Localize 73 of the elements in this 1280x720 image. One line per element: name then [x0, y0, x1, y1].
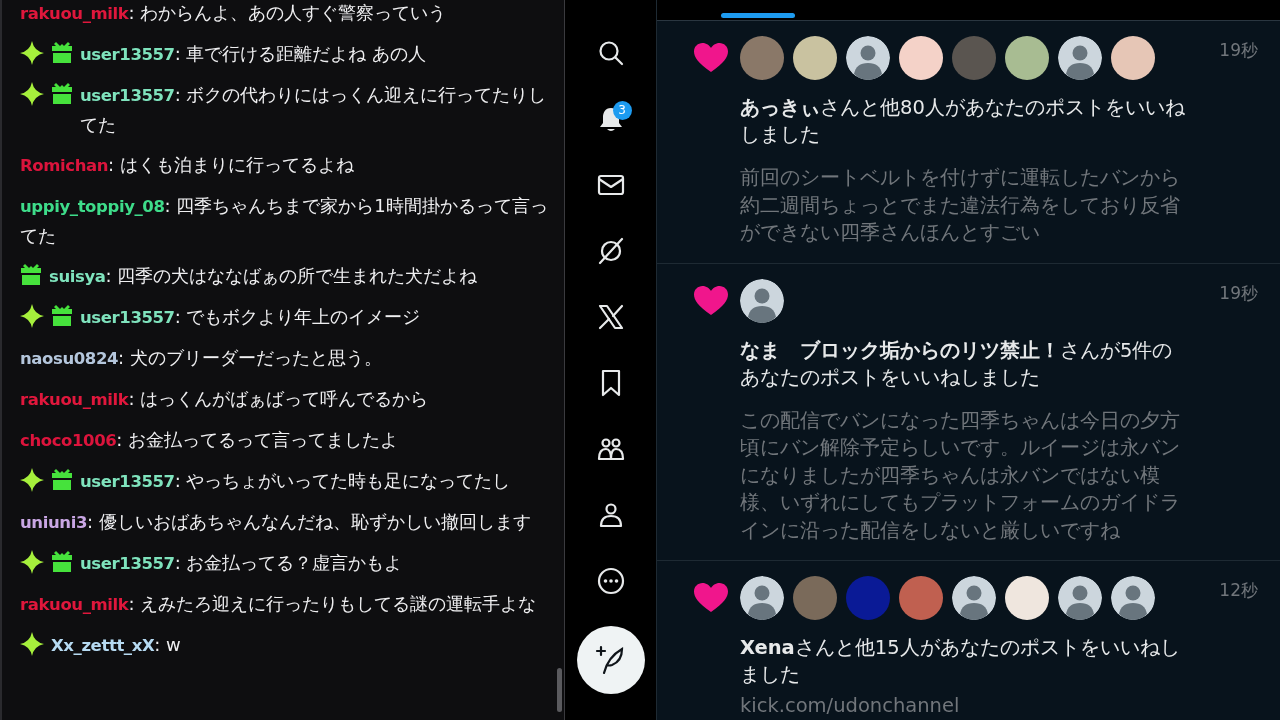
chat-message: rakuou_milk: えみたろ迎えに行ったりもしてる謎の運転手よな	[20, 591, 538, 616]
sparkle-icon	[20, 304, 44, 328]
sparkle-icon	[20, 82, 44, 106]
username[interactable]: user13557	[80, 553, 175, 573]
default-avatar-icon[interactable]	[740, 278, 784, 323]
timestamp: 19秒	[1219, 39, 1258, 62]
notification-text: Xenaさんと他15人があなたのポストをいいねしました	[740, 635, 1181, 688]
username[interactable]: Romichan	[20, 155, 109, 175]
chat-message: rakuou_milk: わからんよ、あの人すぐ警察っていう	[20, 0, 448, 25]
username[interactable]: rakuou_milk	[20, 594, 129, 614]
post-text: kick.com/udonchannel	[740, 693, 961, 719]
heart-icon	[694, 583, 728, 613]
search-icon[interactable]	[596, 39, 625, 67]
default-avatar-icon[interactable]	[740, 576, 784, 620]
chat-message: rakuou_milk: はっくんがばぁばって呼んでるから	[20, 386, 430, 411]
default-avatar-icon[interactable]	[1058, 576, 1102, 620]
x-logo-icon[interactable]	[596, 303, 625, 331]
default-avatar-icon[interactable]	[952, 576, 996, 620]
notification-badge: 3	[612, 101, 632, 120]
chat-message: user13557: ボクの代わりにはっくん迎えに行ってたりしてた	[80, 82, 548, 137]
username[interactable]: suisya	[49, 266, 106, 286]
username[interactable]: rakuou_milk	[20, 3, 129, 23]
slashed-circle-icon[interactable]	[596, 237, 625, 265]
username[interactable]: rakuou_milk	[20, 389, 129, 409]
username[interactable]: uppiy_toppiy_08	[20, 196, 165, 216]
username[interactable]: user13557	[80, 471, 175, 491]
chat-message: Romichan: はくも泊まりに行ってるよね	[20, 152, 355, 177]
scrollbar-thumb[interactable]	[557, 668, 562, 712]
chat-message: uniuni3: 優しいおばあちゃんなんだね、恥ずかしい撤回します	[20, 509, 532, 534]
username[interactable]: naosu0824	[20, 348, 119, 368]
gift-icon	[20, 263, 42, 285]
post-text: 前回のシートベルトを付けずに運転したバンから約二週間ちょっとでまた違法行為をしており反省ができない四季さんほんとすごい	[740, 165, 1181, 246]
gift-icon	[51, 304, 73, 326]
chat-message: uppiy_toppiy_08: 四季ちゃんちまで家から1時間掛かるって言ってた	[20, 193, 549, 248]
people-icon[interactable]	[596, 435, 625, 463]
gift-icon	[51, 468, 73, 490]
sparkle-icon	[20, 632, 44, 656]
username[interactable]: user13557	[80, 85, 175, 105]
default-avatar-icon[interactable]	[1111, 576, 1155, 620]
chat-message: Xx_zettt_xX: w	[51, 632, 182, 657]
sparkle-icon	[20, 550, 44, 574]
chat-message: naosu0824: 犬のブリーダーだったと思う。	[20, 345, 383, 370]
chat-message: user13557: でもボクより年上のイメージ	[80, 304, 422, 329]
username[interactable]: Xx_zettt_xX	[51, 635, 155, 655]
default-avatar-icon[interactable]	[1058, 36, 1102, 80]
default-avatar-icon[interactable]	[846, 36, 890, 80]
avatar-photo-placeholder[interactable]	[1005, 576, 1049, 620]
timestamp: 19秒	[1219, 281, 1258, 305]
timestamp: 12秒	[1219, 579, 1258, 602]
chat-message: choco1006: お金払ってるって言ってましたよ	[20, 427, 400, 452]
username[interactable]: user13557	[80, 307, 175, 327]
username[interactable]: choco1006	[20, 430, 117, 450]
chat-message: user13557: お金払ってる？虚言かもよ	[80, 550, 404, 575]
chat-message: user13557: やっちょがいってた時も足になってたし	[80, 468, 512, 493]
avatar-photo-placeholder[interactable]	[1005, 36, 1049, 80]
gift-icon	[51, 550, 73, 572]
more-icon[interactable]	[596, 567, 625, 595]
username[interactable]: uniuni3	[20, 512, 87, 532]
avatar-photo-placeholder[interactable]	[1111, 36, 1155, 80]
avatar-photo-placeholder[interactable]	[899, 36, 943, 80]
chat-message: suisya: 四季の犬はななばぁの所で生まれた犬だよね	[49, 263, 479, 288]
heart-icon	[694, 43, 728, 73]
notification-text: なま ブロック垢からのリツ禁止！さんが5件のあなたのポストをいいねしました	[740, 337, 1174, 391]
sparkle-icon	[20, 41, 44, 65]
notification-text: あっきぃさんと他80人があなたのポストをいいねしました	[740, 95, 1186, 148]
sparkle-icon	[20, 468, 44, 492]
username[interactable]: user13557	[80, 44, 175, 64]
post-text: この配信でバンになった四季ちゃんは今日の夕方頃にバン解除予定らしいです。ルイージは永バンになりましたが四季ちゃんは永バンではない模様、いずれにしてもプラットフォームのガイドラインに沿った配信をしないと厳しいですね	[740, 407, 1181, 544]
avatar-photo-placeholder[interactable]	[793, 36, 837, 80]
heart-icon	[694, 285, 728, 316]
gift-icon	[51, 82, 73, 104]
chat-message: user13557: 車で行ける距離だよね あの人	[80, 41, 428, 66]
gift-icon	[51, 41, 73, 63]
